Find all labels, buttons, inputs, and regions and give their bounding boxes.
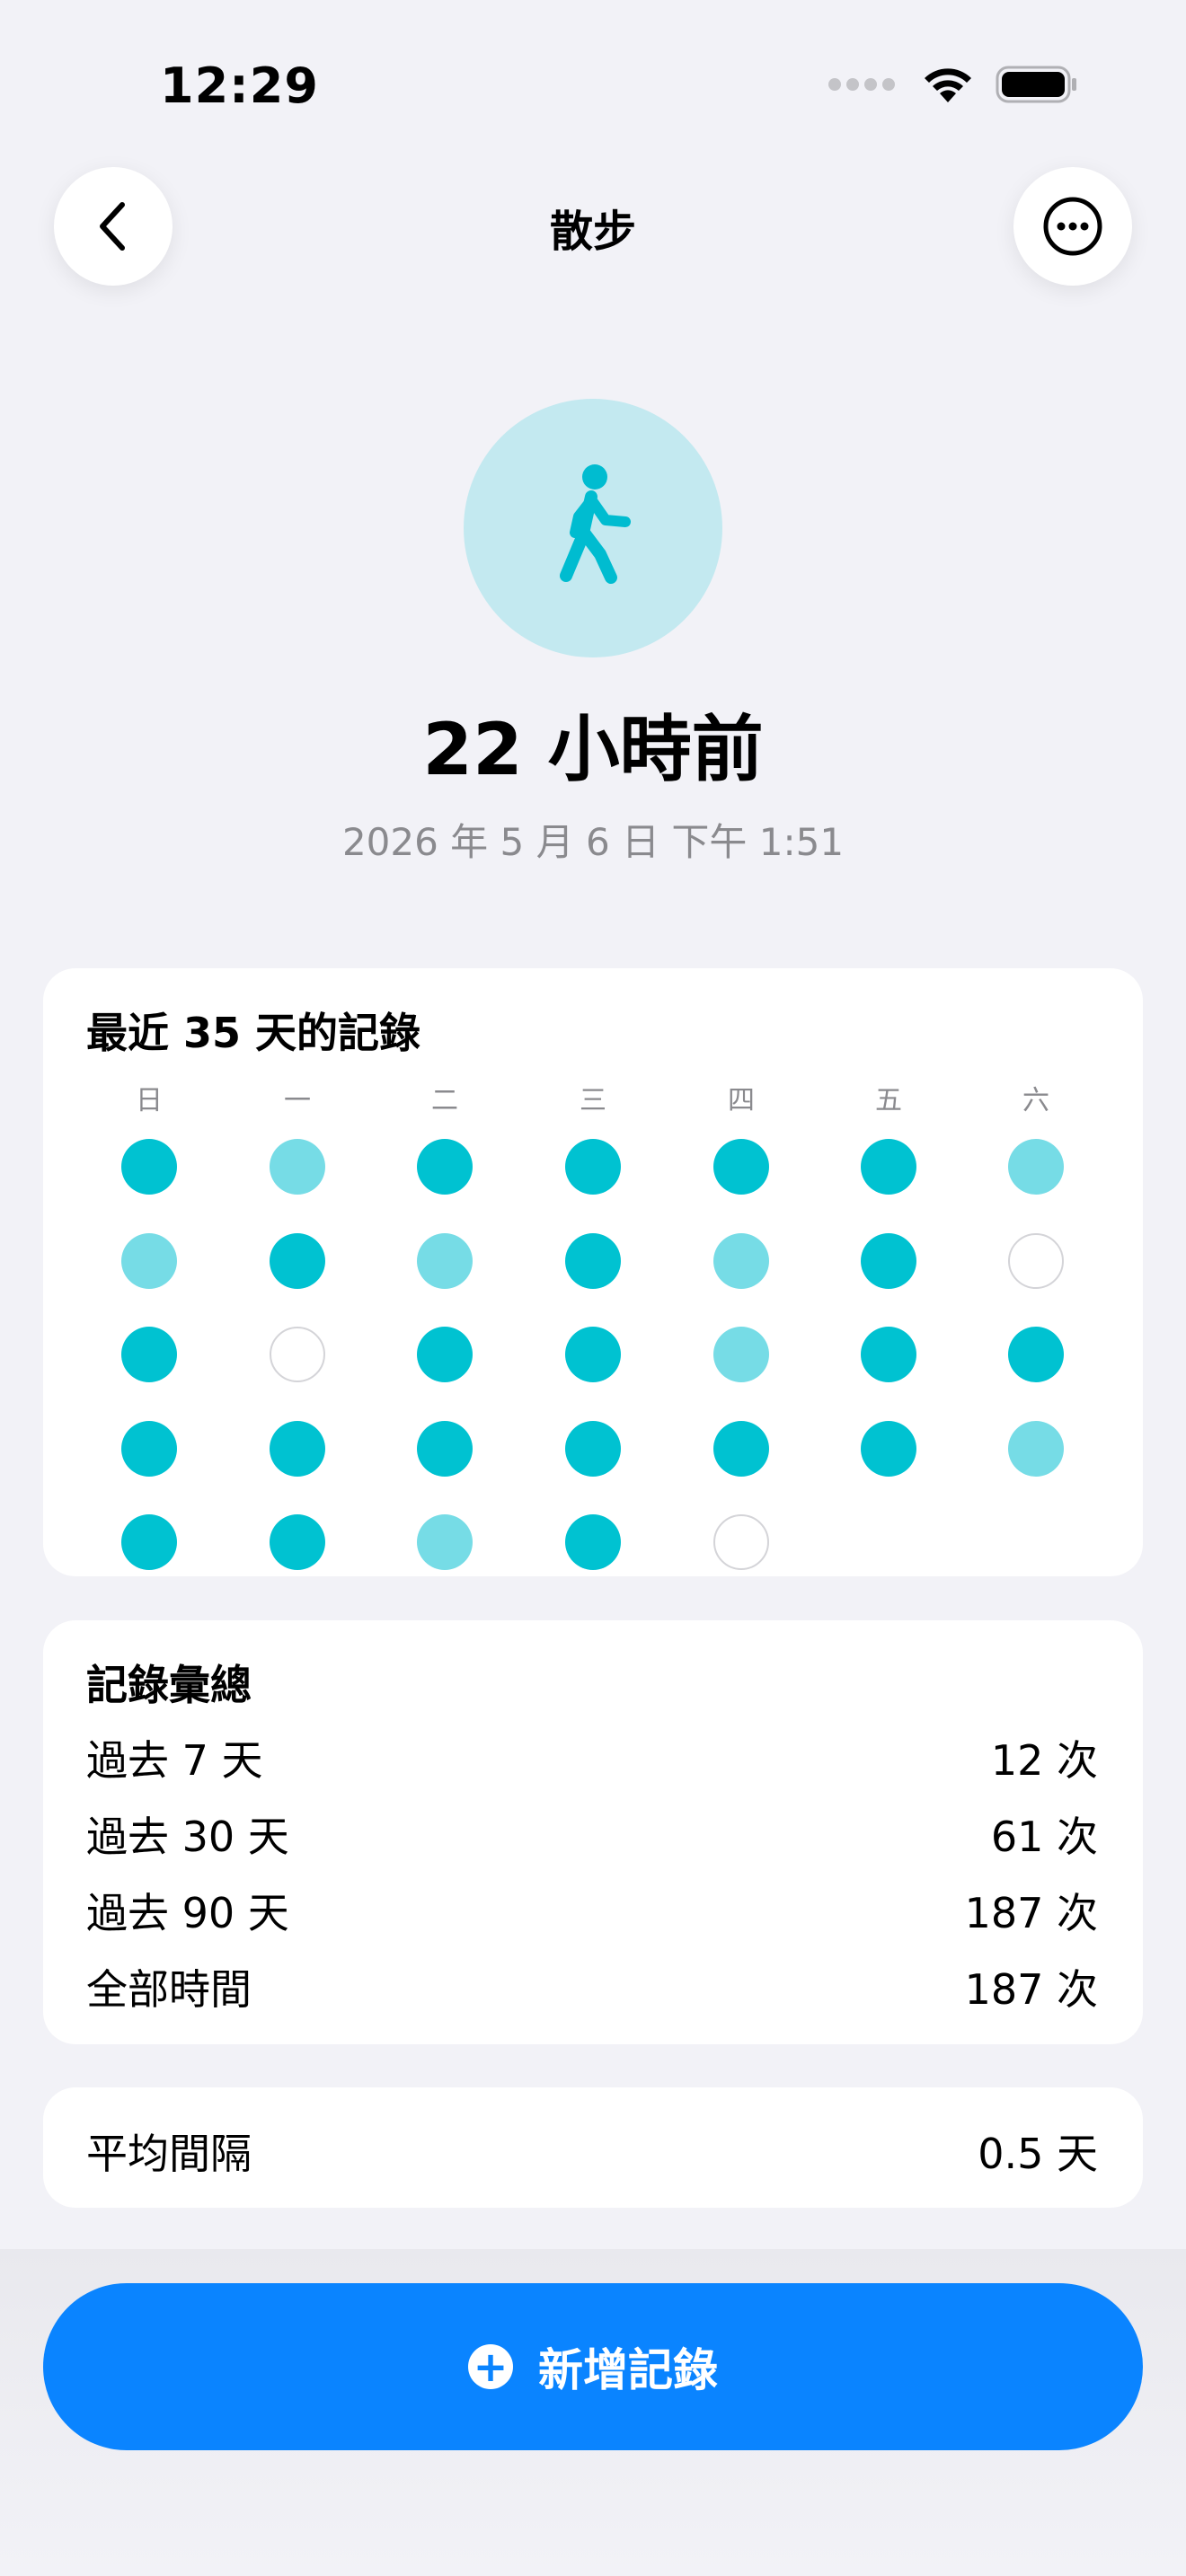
weekday-label: 一 [284, 1085, 311, 1116]
day-dot-empty [270, 1327, 325, 1382]
day-dot-full [713, 1139, 769, 1195]
summary-row-value: 12 次 [990, 1736, 1098, 1785]
more-button[interactable] [1013, 167, 1132, 286]
summary-row-value: 187 次 [964, 1965, 1098, 2014]
day-dot-full [270, 1232, 325, 1289]
weekday-label: 二 [431, 1085, 458, 1116]
summary-row-value: 187 次 [964, 1889, 1098, 1937]
day-dot-full [270, 1514, 325, 1570]
day-dot-full [565, 1232, 621, 1289]
plus-circle-icon: + [468, 2344, 513, 2389]
day-dot-light [270, 1139, 325, 1195]
day-dot-light [121, 1232, 177, 1289]
day-dot-full [417, 1139, 473, 1195]
day-dot-light [1008, 1139, 1064, 1195]
day-dot-full [270, 1420, 325, 1477]
summary-row-label: 過去 90 天 [86, 1889, 289, 1937]
average-interval-row: 平均間隔 0.5 天 [86, 2122, 1098, 2181]
summary-row-label: 過去 7 天 [86, 1736, 263, 1785]
day-dot-full [121, 1420, 177, 1477]
day-dot-full [121, 1139, 177, 1195]
average-interval-label: 平均間隔 [86, 2130, 252, 2178]
calendar-card: 最近 35 天的記錄 日 一 二 三 四 五 六 [43, 968, 1143, 1576]
day-dot-full [565, 1327, 621, 1382]
weekday-label: 三 [580, 1085, 606, 1116]
day-dot-full [121, 1514, 177, 1570]
weekday-label: 日 [136, 1085, 163, 1116]
weekday-label: 六 [1022, 1085, 1049, 1116]
battery-icon [996, 66, 1076, 103]
day-dot-full [713, 1420, 769, 1477]
day-dot-light [417, 1232, 473, 1289]
day-dot-light [713, 1232, 769, 1289]
day-dot-full [121, 1327, 177, 1382]
summary-title: 記錄彙總 [86, 1661, 252, 1709]
day-dot-empty [1008, 1232, 1064, 1289]
day-dot-full [861, 1232, 916, 1289]
wifi-icon [925, 68, 971, 102]
day-dot-full [417, 1420, 473, 1477]
walking-figure-icon [560, 464, 631, 584]
day-dot-full [565, 1514, 621, 1570]
add-record-button[interactable]: + 新增記錄 [43, 2283, 1143, 2450]
average-interval-card: 平均間隔 0.5 天 [43, 2087, 1143, 2208]
activity-icon-badge [464, 399, 722, 657]
relative-time: 22 小時前 [422, 708, 764, 791]
day-dot-full [861, 1139, 916, 1195]
day-dot-light [1008, 1420, 1064, 1477]
day-dot-full [565, 1420, 621, 1477]
screen: 12:29 散步 22 小時前 2026 年 5 月 6 日 下午 1:51 最… [0, 0, 1186, 2576]
day-dot-full [861, 1327, 916, 1382]
page-title: 散步 [549, 207, 636, 257]
add-record-label: 新增記錄 [538, 2344, 718, 2396]
absolute-time: 2026 年 5 月 6 日 下午 1:51 [341, 820, 845, 864]
ellipsis-circle-icon [1043, 197, 1102, 256]
summary-row: 過去 7 天 12 次 [86, 1728, 1098, 1787]
day-dot-light [417, 1514, 473, 1570]
day-dot-full [417, 1327, 473, 1382]
calendar-title: 最近 35 天的記錄 [86, 1009, 421, 1057]
summary-row: 全部時間 187 次 [86, 1957, 1098, 2016]
day-dot-full [1008, 1327, 1064, 1382]
day-dot-light [713, 1327, 769, 1382]
summary-row-label: 過去 30 天 [86, 1813, 289, 1861]
weekday-label: 四 [728, 1085, 755, 1116]
summary-row-value: 61 次 [990, 1813, 1098, 1861]
day-dot-full [861, 1420, 916, 1477]
day-dot-full [565, 1139, 621, 1195]
status-time: 12:29 [160, 57, 319, 114]
day-dot-empty [713, 1514, 769, 1570]
summary-row: 過去 30 天 61 次 [86, 1804, 1098, 1864]
status-icons [828, 65, 1078, 104]
cellular-signal-icon [828, 78, 895, 91]
summary-row-label: 全部時間 [86, 1965, 252, 2014]
summary-row: 過去 90 天 187 次 [86, 1881, 1098, 1940]
average-interval-value: 0.5 天 [978, 2130, 1098, 2178]
weekday-label: 五 [875, 1085, 902, 1116]
summary-card: 記錄彙總 過去 7 天 12 次 過去 30 天 61 次 過去 90 天 18… [43, 1620, 1143, 2044]
